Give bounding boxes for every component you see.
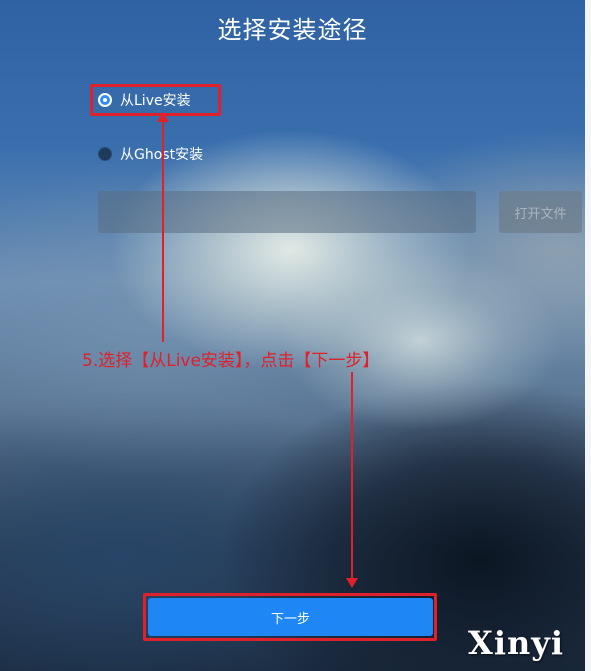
radio-unchecked-icon[interactable] (98, 147, 112, 161)
dialog-title: 选择安装途径 (217, 16, 368, 44)
installer-window: 选择安装途径 从Live安装 从Ghost安装 打开文件 下一步 5.选择【从L… (0, 0, 591, 671)
annotation-instruction-text: 5.选择【从Live安装】，点击【下一步】 (82, 351, 380, 371)
annotation-highlight-live-option (90, 84, 221, 116)
annotation-arrow-down-icon (346, 578, 358, 588)
annotation-arrow-up-icon (157, 112, 169, 122)
window-edge (585, 0, 591, 671)
watermark-logo: Xinyi (468, 624, 564, 662)
annotation-highlight-next-button (143, 593, 437, 641)
annotation-arrow-up-line (162, 120, 164, 342)
annotation-arrow-down-line (351, 372, 353, 580)
option-ghost-install[interactable]: 从Ghost安装 (98, 143, 203, 165)
open-file-button[interactable]: 打开文件 (499, 191, 582, 233)
file-path-input[interactable] (98, 191, 476, 233)
